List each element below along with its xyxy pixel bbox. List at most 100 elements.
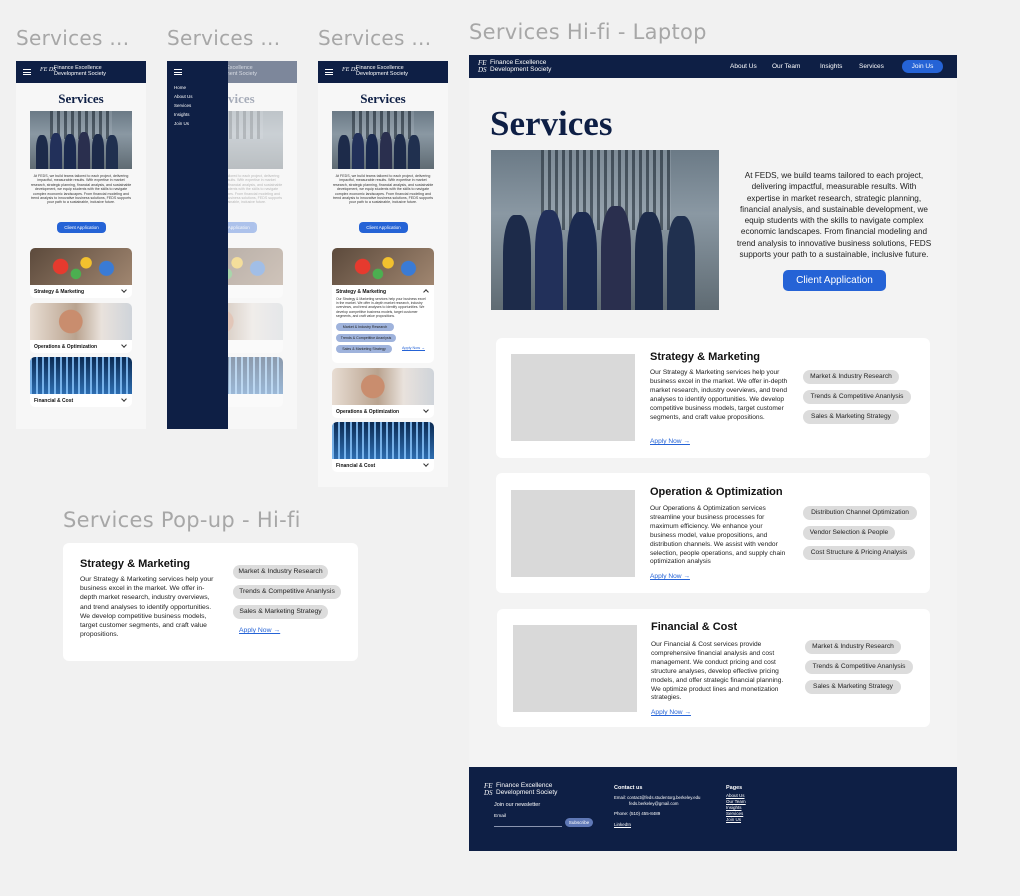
gears-image [332,248,434,285]
service-image-placeholder [513,625,637,712]
chevron-down-icon[interactable] [121,342,127,348]
newsletter-label: Join our newsletter [494,802,541,808]
pages-heading: Pages [726,785,743,791]
service-description: Our Financial & Cost services provide co… [651,641,784,702]
service-chip: Sales & Marketing Strategy [803,410,899,424]
nav-services[interactable]: Services [859,63,884,70]
chevron-down-icon[interactable] [423,407,429,413]
service-chip: Market & Industry Research [336,323,394,331]
popup-chip: Trends & Competitive Ananlysis [233,585,341,599]
footer-link-services[interactable]: Services [726,811,743,816]
service-card-financial[interactable]: Financial & Cost [332,422,434,472]
chevron-down-icon[interactable] [121,287,127,293]
team-photo [30,111,132,169]
email-input[interactable] [494,826,562,827]
frame-title-laptop: Services Hi-fi - Laptop [469,20,707,44]
apply-now-link[interactable]: Apply Now → [239,627,280,634]
frame-title-mobile-3: Services ... [318,26,432,50]
contact-heading: Contact us [614,785,643,791]
service-title: Strategy & Marketing [650,351,761,363]
service-description: Our Strategy & Marketing services help y… [336,297,426,318]
chevron-up-icon[interactable] [423,289,429,295]
intro-text: At FEDS, we build teams tailored to each… [30,174,132,205]
service-card-label: Operations & Optimization [34,344,98,350]
service-chip: Trends & Competitive Ananlysis [805,660,913,674]
service-card-operations[interactable]: Operations & Optimization [332,368,434,418]
menu-item-about[interactable]: About Us [174,94,193,99]
service-chip: Vendor Selection & People [803,526,895,540]
mobile-frame-3: FE DS Finance Excellence Development Soci… [318,61,448,487]
operations-image [30,303,132,340]
service-card-label: Financial & Cost [336,463,376,469]
service-image-placeholder [511,354,635,441]
footer-link-team[interactable]: Our Team [726,799,746,804]
financial-chart-image [30,357,132,394]
apply-now-link[interactable]: Apply Now → [402,346,425,350]
service-chip: Distribution Channel Optimization [803,506,917,520]
service-chip: Sales & Marketing Strategy [336,345,392,353]
service-card-financial[interactable]: Financial & Cost [30,357,132,407]
chevron-down-icon[interactable] [423,461,429,467]
menu-item-join[interactable]: Join Us [174,121,189,126]
service-card-strategy[interactable]: Strategy & Marketing [30,248,132,298]
hamburger-icon[interactable] [23,69,31,75]
hamburger-icon[interactable] [174,69,182,75]
footer-link-insights[interactable]: Insights [726,805,742,810]
service-title: Operation & Optimization [650,486,783,498]
service-card-strategy-expanded[interactable]: Strategy & Marketing Our Strategy & Mark… [332,248,434,363]
service-chip: Trends & Competitive Ananlysis [803,390,911,404]
site-header: FE DS Finance Excellence Development Soci… [469,55,957,78]
client-application-button[interactable]: Client Application [783,270,886,291]
mobile-frame-2: Finance Excellence Development Society Se… [167,61,297,429]
service-chip: Cost Structure & Pricing Analysis [803,546,915,560]
frame-title-mobile-1: Services ... [16,26,130,50]
menu-item-home[interactable]: Home [174,85,186,90]
apply-now-link[interactable]: Apply Now → [650,438,690,445]
service-chip: Market & Industry Research [803,370,899,384]
intro-text: At FEDS, we build teams tailored to each… [736,171,932,260]
client-application-button[interactable]: Client Application [359,222,408,233]
service-card-financial: Financial & Cost Our Financial & Cost se… [497,609,930,727]
linkedin-link[interactable]: LinkedIn [614,822,631,827]
chevron-down-icon[interactable] [121,396,127,402]
apply-now-link[interactable]: Apply Now → [651,709,691,716]
service-card-label: Financial & Cost [34,398,74,404]
frame-title-popup: Services Pop-up - Hi-fi [63,508,301,532]
service-image-placeholder [511,490,635,577]
service-chip: Sales & Marketing Strategy [805,680,901,694]
logo-mark: FE DS [484,782,493,797]
nav-our-team[interactable]: Our Team [772,63,800,70]
service-title: Financial & Cost [651,621,738,633]
email-label: Email [494,814,506,819]
service-card-label: Strategy & Marketing [34,289,85,295]
menu-item-insights[interactable]: Insights [174,112,190,117]
team-photo [332,111,434,169]
join-us-button[interactable]: Join Us [902,60,943,73]
mobile-header: FE DS Finance Excellence Development Soci… [16,61,146,83]
popup-chip: Market & Industry Research [233,565,328,579]
gears-image [30,248,132,285]
service-description: Our Strategy & Marketing services help y… [650,369,788,421]
hamburger-icon[interactable] [325,69,333,75]
client-application-button[interactable]: Client Application [57,222,106,233]
popup-description: Our Strategy & Marketing services help y… [80,576,214,639]
logo-text: Finance Excellence Development Society [496,782,558,796]
service-card-label: Strategy & Marketing [336,289,387,295]
site-footer: FE DS Finance Excellence Development Soci… [469,767,957,851]
footer-link-join[interactable]: Join Us [726,817,741,822]
apply-now-link[interactable]: Apply Now → [650,573,690,580]
nav-insights[interactable]: Insights [820,63,842,70]
footer-link-about[interactable]: About Us [726,793,745,798]
subscribe-button[interactable]: Subscribe [565,818,593,827]
side-menu: Home About Us Services Insights Join Us [167,61,228,429]
logo-text: Finance Excellence Development Society [54,65,106,77]
menu-item-services[interactable]: Services [174,103,191,108]
service-chip: Trends & Competitive Ananlysis [336,334,396,342]
services-popup: Strategy & Marketing Our Strategy & Mark… [63,543,358,661]
service-description: Our Operations & Optimization services s… [650,505,786,566]
service-card-operations: Operation & Optimization Our Operations … [496,473,930,593]
frame-title-mobile-2: Services ... [167,26,281,50]
nav-about-us[interactable]: About Us [730,63,757,70]
service-card-operations[interactable]: Operations & Optimization [30,303,132,353]
intro-text: At FEDS, we build teams tailored to each… [332,174,434,205]
